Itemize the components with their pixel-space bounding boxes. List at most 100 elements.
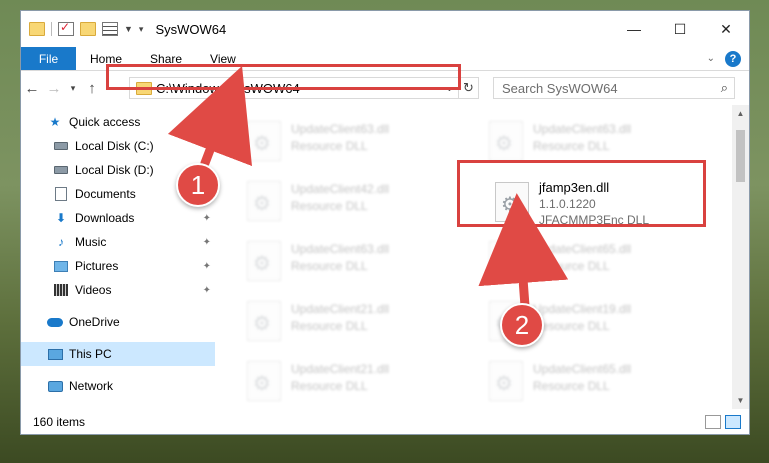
step-2-badge: 2	[500, 303, 544, 347]
up-arrow-icon[interactable]: ↑	[81, 80, 103, 97]
document-icon	[55, 187, 67, 201]
sidebar-item-network[interactable]: Network	[21, 374, 215, 398]
forward-arrow-icon[interactable]: →	[43, 80, 65, 97]
file-description: Resource DLL	[291, 259, 368, 273]
file-item[interactable]: UpdateClient65.dll Resource DLL	[477, 235, 707, 287]
maximize-button[interactable]: ☐	[657, 11, 703, 47]
recent-locations-icon[interactable]: ▾	[65, 83, 81, 94]
file-name: UpdateClient63.dll	[291, 122, 390, 136]
file-item[interactable]: UpdateClient63.dll Resource DLL	[235, 115, 465, 167]
search-icon: ⌕	[720, 80, 728, 95]
dll-file-icon	[247, 361, 281, 401]
sidebar-item-quick-access[interactable]: ★ Quick access	[21, 110, 215, 134]
sidebar-item-label: Local Disk (C:)	[75, 139, 154, 153]
large-icons-view-icon[interactable]	[725, 414, 741, 429]
network-icon	[47, 380, 63, 392]
sidebar-item-label: Local Disk (D:)	[75, 163, 154, 177]
address-highlight-box	[106, 64, 461, 90]
minimize-button[interactable]: —	[611, 11, 657, 47]
dll-file-icon	[489, 121, 523, 161]
file-item[interactable]: UpdateClient21.dll Resource DLL	[235, 295, 465, 347]
file-name: UpdateClient21.dll	[291, 362, 390, 376]
pin-icon: ✦	[202, 140, 211, 152]
file-highlight-box	[457, 160, 706, 227]
sidebar-item-local-disk-c[interactable]: Local Disk (C:) ✦	[21, 134, 215, 158]
sidebar-item-music[interactable]: ♪ Music ✦	[21, 230, 215, 254]
sidebar-item-videos[interactable]: Videos ✦	[21, 278, 215, 302]
step-1-badge: 1	[176, 163, 220, 207]
sidebar-item-downloads[interactable]: ⬇ Downloads ✦	[21, 206, 215, 230]
drive-icon	[54, 142, 68, 150]
window-title: SysWOW64	[155, 21, 227, 37]
pin-icon: ✦	[202, 236, 211, 248]
pictures-icon	[54, 260, 68, 272]
star-icon: ★	[49, 115, 61, 129]
sidebar-item-label: Music	[75, 235, 107, 249]
navigation-pane: ★ Quick access Local Disk (C:) ✦ Local D…	[21, 105, 215, 409]
sidebar-item-label: Network	[69, 379, 114, 393]
new-folder-icon[interactable]	[80, 22, 96, 36]
customize-qat-icon[interactable]: ▾	[139, 24, 144, 35]
search-input[interactable]: Search SysWOW64 ⌕	[493, 77, 735, 99]
cloud-icon	[47, 317, 63, 327]
folder-icon	[29, 22, 45, 36]
sidebar-item-label: OneDrive	[69, 315, 120, 329]
file-description: Resource DLL	[533, 319, 610, 333]
dll-file-icon	[247, 121, 281, 161]
file-name: UpdateClient65.dll	[533, 242, 632, 256]
dll-file-icon	[489, 361, 523, 401]
search-placeholder: Search SysWOW64	[502, 80, 618, 96]
refresh-icon[interactable]: ↻	[458, 78, 478, 98]
sidebar-item-label: Videos	[75, 283, 112, 297]
file-description: Resource DLL	[291, 379, 368, 393]
expand-ribbon-icon[interactable]: ⌄	[707, 53, 715, 64]
title-bar: ▼ ▾ SysWOW64 — ☐ ✕	[21, 11, 749, 47]
pin-icon: ✦	[202, 260, 211, 272]
sidebar-item-label: This PC	[69, 347, 112, 361]
help-icon[interactable]: ?	[725, 50, 741, 67]
close-button[interactable]: ✕	[703, 11, 749, 47]
view-switcher	[705, 414, 749, 429]
dll-file-icon	[247, 181, 281, 221]
dll-file-icon	[247, 301, 281, 341]
sidebar-item-label: Quick access	[69, 115, 141, 129]
file-description: Resource DLL	[533, 139, 610, 153]
file-name: UpdateClient63.dll	[291, 242, 390, 256]
file-description: Resource DLL	[291, 319, 368, 333]
tab-file[interactable]: File	[21, 47, 76, 70]
properties-check-icon[interactable]	[58, 20, 74, 36]
sidebar-item-this-pc[interactable]: This PC	[21, 342, 215, 366]
file-description: Resource DLL	[533, 259, 610, 273]
file-list: UpdateClient63.dll Resource DLL UpdateCl…	[225, 105, 733, 409]
item-count: 160 items	[33, 414, 86, 429]
scroll-down-icon[interactable]: ▼	[732, 392, 749, 409]
file-item[interactable]: UpdateClient65.dll Resource DLL	[477, 355, 707, 407]
file-item[interactable]: UpdateClient63.dll Resource DLL	[235, 235, 465, 287]
scroll-up-icon[interactable]: ▲	[732, 105, 749, 122]
vertical-scrollbar[interactable]: ▲ ▼	[732, 105, 749, 409]
back-arrow-icon[interactable]: ←	[21, 80, 43, 97]
qat-separator	[51, 22, 52, 36]
file-name: UpdateClient21.dll	[291, 302, 390, 316]
pin-icon: ✦	[202, 284, 211, 296]
sidebar-item-label: Downloads	[75, 211, 135, 225]
pin-icon: ✦	[202, 212, 211, 224]
sidebar-item-onedrive[interactable]: OneDrive	[21, 310, 215, 334]
download-icon: ⬇	[55, 211, 67, 225]
status-bar: 160 items	[21, 409, 749, 434]
dll-file-icon	[489, 241, 523, 281]
chevron-down-icon[interactable]: ▼	[124, 24, 133, 34]
dll-file-icon	[247, 241, 281, 281]
file-name: UpdateClient42.dll	[291, 182, 390, 196]
file-name: UpdateClient63.dll	[533, 122, 632, 136]
file-item[interactable]: UpdateClient42.dll Resource DLL	[235, 175, 465, 227]
sidebar-item-label: Documents	[75, 187, 136, 201]
file-description: Resource DLL	[533, 379, 610, 393]
file-item[interactable]: UpdateClient21.dll Resource DLL	[235, 355, 465, 407]
sidebar-item-pictures[interactable]: Pictures ✦	[21, 254, 215, 278]
details-view-icon[interactable]	[705, 414, 721, 429]
scrollbar-thumb[interactable]	[736, 130, 745, 182]
music-icon: ♪	[58, 235, 64, 249]
view-list-icon[interactable]	[102, 22, 118, 36]
computer-icon	[47, 348, 63, 360]
